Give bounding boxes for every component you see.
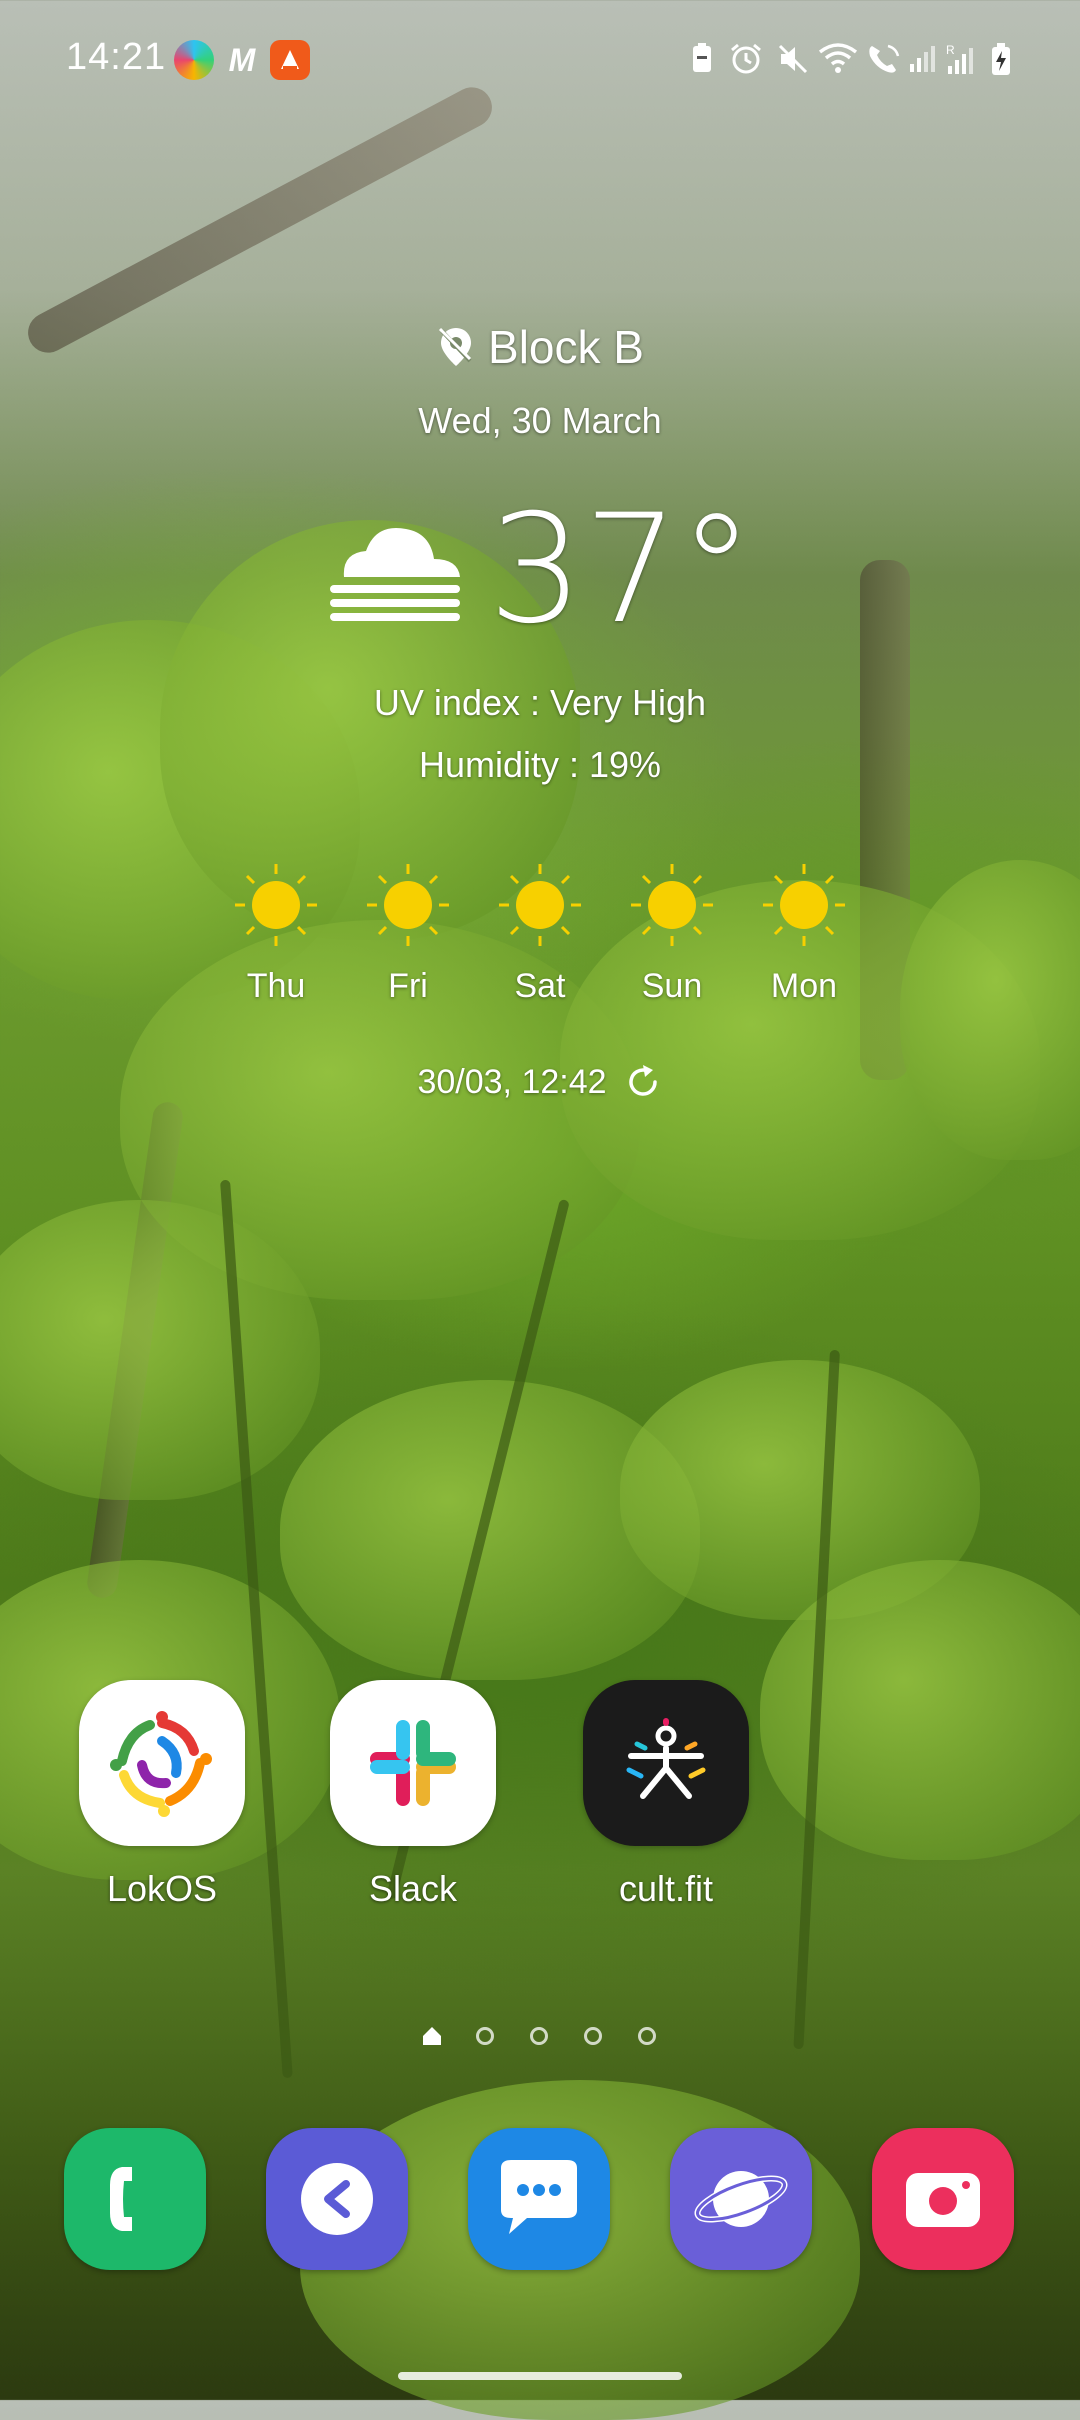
lokos-icon	[79, 1680, 245, 1846]
location: Block B	[0, 320, 1080, 374]
temperature: 37°	[488, 483, 754, 657]
forecast-day: Sun	[606, 860, 738, 1006]
forecast-day: Mon	[738, 860, 870, 1006]
home-icon	[423, 2027, 441, 2045]
wifi-calling-icon	[866, 42, 902, 84]
direct-share-icon[interactable]	[266, 2128, 408, 2270]
app-label: LokOS	[106, 1868, 218, 1909]
slack-icon	[330, 1680, 496, 1846]
internet-browser-icon[interactable]	[670, 2128, 812, 2270]
sun-icon	[367, 864, 449, 946]
page-dot[interactable]	[638, 2027, 656, 2045]
edge-browser-icon	[174, 40, 214, 80]
app-label: Slack	[368, 1868, 458, 1909]
forecast-day-label: Thu	[246, 967, 306, 1005]
date: Wed, 30 March	[418, 400, 662, 441]
humidity: Humidity : 19%	[418, 744, 662, 785]
signal-icon	[908, 42, 938, 82]
sun-icon	[631, 864, 713, 946]
signal-roaming-icon: R	[944, 42, 978, 84]
location-off-icon	[438, 327, 472, 366]
phone-icon[interactable]	[64, 2128, 206, 2270]
last-updated: 30/03, 12:42	[0, 1062, 1080, 1102]
sun-icon	[235, 864, 317, 946]
camera-icon[interactable]	[872, 2128, 1014, 2270]
page-dot[interactable]	[530, 2027, 548, 2045]
battery-saver-icon	[690, 42, 714, 82]
app-lokos[interactable]: LokOS	[62, 1680, 262, 1910]
sun-icon	[499, 864, 581, 946]
location-name: Block B	[488, 321, 644, 373]
m-app-icon: M	[228, 41, 256, 78]
refresh-icon[interactable]	[623, 1062, 663, 1102]
forecast-day-label: Sat	[514, 967, 566, 1005]
forecast-day-label: Mon	[770, 967, 838, 1005]
vlc-icon	[270, 40, 310, 80]
forecast-day: Fri	[342, 860, 474, 1006]
messages-icon[interactable]	[468, 2128, 610, 2270]
uv-index: UV index : Very High	[373, 682, 707, 723]
page-indicator[interactable]	[0, 2024, 1080, 2048]
fog-cloud-icon	[330, 527, 461, 621]
clock: 14:21	[66, 36, 167, 78]
forecast-day-label: Sun	[641, 967, 703, 1005]
wifi-icon	[818, 42, 858, 82]
cultfit-icon	[583, 1680, 749, 1846]
alarm-icon	[728, 42, 764, 84]
sun-icon	[763, 864, 845, 946]
updated-time: 30/03, 12:42	[417, 1062, 607, 1101]
forecast: Thu Fri Sat Sun Mon	[0, 860, 1080, 1030]
app-cultfit[interactable]: cult.fit	[566, 1680, 766, 1910]
page-dot[interactable]	[476, 2027, 494, 2045]
page-dot[interactable]	[584, 2027, 602, 2045]
status-bar: 14:21 M R	[0, 0, 1080, 120]
app-label: cult.fit	[618, 1868, 714, 1909]
gesture-bar[interactable]	[398, 2372, 682, 2380]
forecast-day-label: Fri	[388, 967, 428, 1005]
app-slack[interactable]: Slack	[313, 1680, 513, 1910]
roaming-letter: R	[946, 43, 955, 57]
mute-icon	[776, 42, 810, 84]
forecast-day: Sat	[474, 860, 606, 1006]
forecast-day: Thu	[210, 860, 342, 1006]
battery-charging-icon	[990, 42, 1012, 84]
